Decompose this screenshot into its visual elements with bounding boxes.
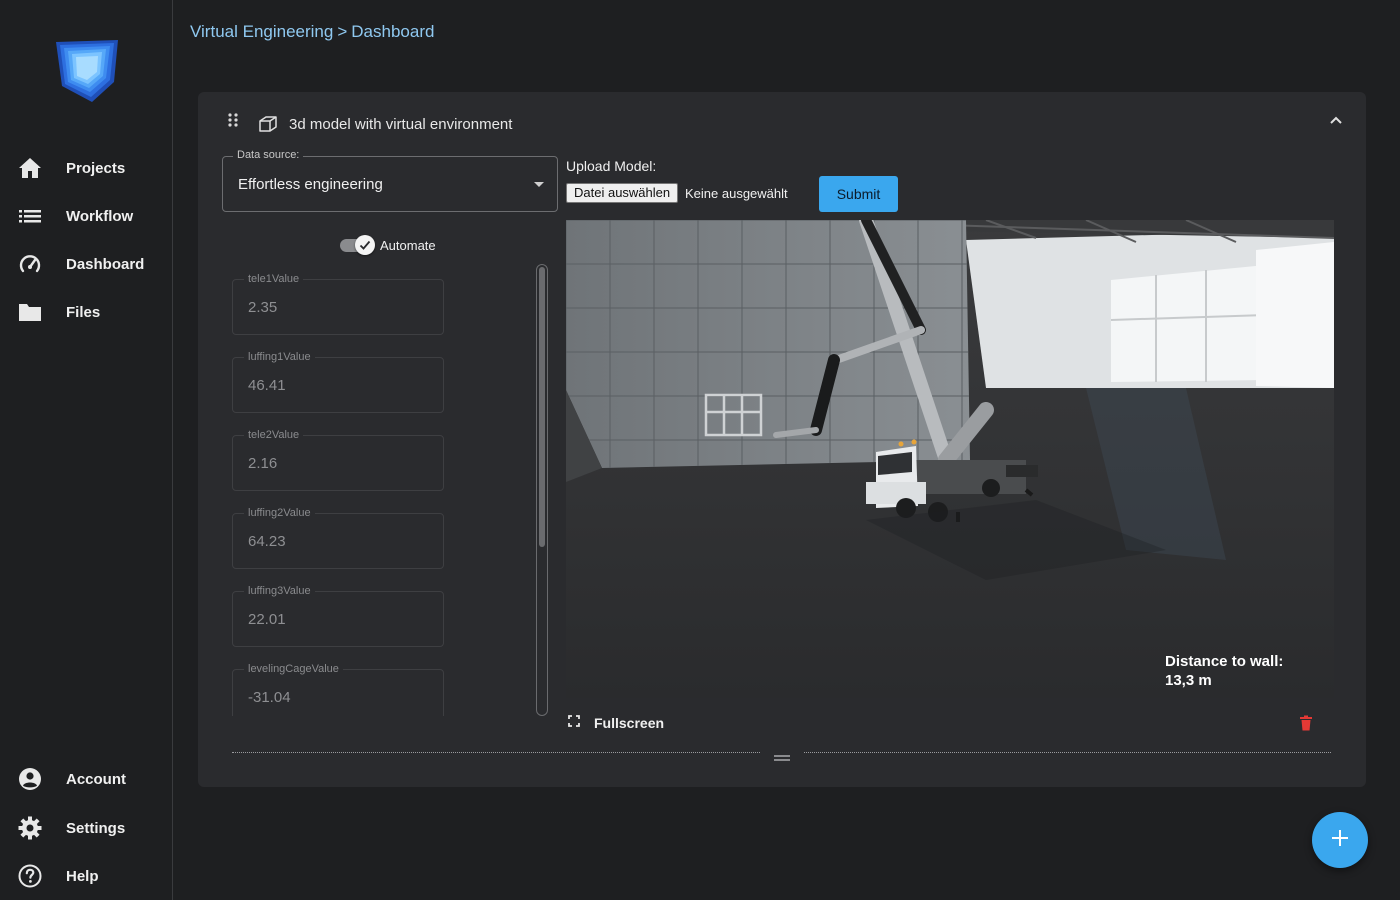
field-value: 2.16 <box>248 455 278 472</box>
speedometer-icon <box>18 252 42 276</box>
resize-handle-icon[interactable] <box>774 749 790 761</box>
chevron-up-icon[interactable] <box>1328 112 1344 128</box>
check-icon <box>355 235 375 255</box>
field-label: tele1Value <box>244 273 304 285</box>
drag-handle-icon[interactable] <box>226 112 240 128</box>
field-tele2[interactable]: tele2Value 2.16 <box>232 429 444 491</box>
help-icon <box>18 864 42 888</box>
3d-scene <box>566 220 1334 698</box>
folder-icon <box>18 300 42 324</box>
field-label: levelingCageValue <box>244 663 343 675</box>
fullscreen-button[interactable]: Fullscreen <box>568 714 664 732</box>
nav-files[interactable]: Files <box>0 292 172 332</box>
file-status-text: Keine ausgewählt <box>685 186 788 201</box>
cube-icon <box>258 114 278 134</box>
nav-account[interactable]: Account <box>0 759 172 799</box>
field-value: 64.23 <box>248 533 286 550</box>
field-value: 2.35 <box>248 299 278 316</box>
scrollbar-thumb[interactable] <box>539 267 545 547</box>
submit-button[interactable]: Submit <box>819 176 898 212</box>
breadcrumb-parent[interactable]: Virtual Engineering <box>190 22 333 41</box>
nav-projects[interactable]: Projects <box>0 148 172 188</box>
automate-label: Automate <box>380 238 436 253</box>
nav-projects-label: Projects <box>66 159 126 177</box>
field-label: luffing1Value <box>244 351 315 363</box>
breadcrumb: Virtual Engineering > Dashboard <box>190 22 434 42</box>
distance-value: 13,3 m <box>1165 672 1212 689</box>
data-source-label: Data source: <box>233 149 304 161</box>
breadcrumb-separator: > <box>337 22 348 41</box>
gear-icon <box>18 816 42 840</box>
data-source-select[interactable]: Data source: Effortless engineering <box>222 149 558 212</box>
nav-settings[interactable]: Settings <box>0 808 172 848</box>
nav-dashboard-label: Dashboard <box>66 255 145 273</box>
nav-settings-label: Settings <box>66 819 126 837</box>
value-fields-list: tele1Value 2.35 luffing1Value 46.41 tele… <box>222 262 552 716</box>
distance-label: Distance to wall: <box>1165 653 1284 670</box>
field-tele1[interactable]: tele1Value 2.35 <box>232 273 444 335</box>
field-luffing2[interactable]: luffing2Value 64.23 <box>232 507 444 569</box>
add-widget-button[interactable] <box>1312 812 1368 868</box>
field-label: luffing2Value <box>244 507 315 519</box>
main-content: Virtual Engineering > Dashboard 3d model w… <box>174 0 1400 900</box>
field-value: 22.01 <box>248 611 286 628</box>
distance-overlay: Distance to wall: 13,3 m <box>1165 652 1283 690</box>
field-leveling-cage[interactable]: levelingCageValue -31.04 <box>232 663 444 716</box>
plus-icon <box>1331 829 1349 852</box>
divider-left <box>232 752 760 753</box>
divider-right <box>804 752 1331 753</box>
choose-file-button[interactable]: Datei auswählen <box>566 183 679 203</box>
home-icon <box>18 156 42 180</box>
upload-model-label: Upload Model: <box>566 158 657 174</box>
widget-header: 3d model with virtual environment <box>198 92 1366 154</box>
field-luffing3[interactable]: luffing3Value 22.01 <box>232 585 444 647</box>
nav-workflow-label: Workflow <box>66 207 134 225</box>
caret-down-icon <box>534 182 544 187</box>
breadcrumb-current: Dashboard <box>351 22 435 41</box>
nav-account-label: Account <box>66 770 126 788</box>
fullscreen-label: Fullscreen <box>594 715 665 731</box>
list-icon <box>18 204 42 228</box>
field-label: luffing3Value <box>244 585 315 597</box>
account-circle-icon <box>18 767 42 791</box>
fields-scrollbar[interactable] <box>536 264 548 716</box>
fullscreen-icon <box>568 714 580 732</box>
widget-card: 3d model with virtual environment Data s… <box>198 92 1366 787</box>
automate-toggle[interactable] <box>340 235 376 255</box>
field-value: 46.41 <box>248 377 286 394</box>
trash-icon[interactable] <box>1299 715 1313 731</box>
field-value: -31.04 <box>248 689 291 706</box>
nav-dashboard[interactable]: Dashboard <box>0 244 172 284</box>
app-logo[interactable] <box>52 36 122 106</box>
field-label: tele2Value <box>244 429 304 441</box>
nav-help[interactable]: Help <box>0 856 172 896</box>
nav-files-label: Files <box>66 303 101 321</box>
sidebar: Projects Workflow Dashboard Files Accoun… <box>0 0 173 900</box>
widget-title: 3d model with virtual environment <box>289 116 513 133</box>
nav-help-label: Help <box>66 867 99 885</box>
data-source-value: Effortless engineering <box>238 176 383 193</box>
3d-viewport[interactable]: Distance to wall: 13,3 m <box>566 220 1334 698</box>
field-luffing1[interactable]: luffing1Value 46.41 <box>232 351 444 413</box>
nav-workflow[interactable]: Workflow <box>0 196 172 236</box>
